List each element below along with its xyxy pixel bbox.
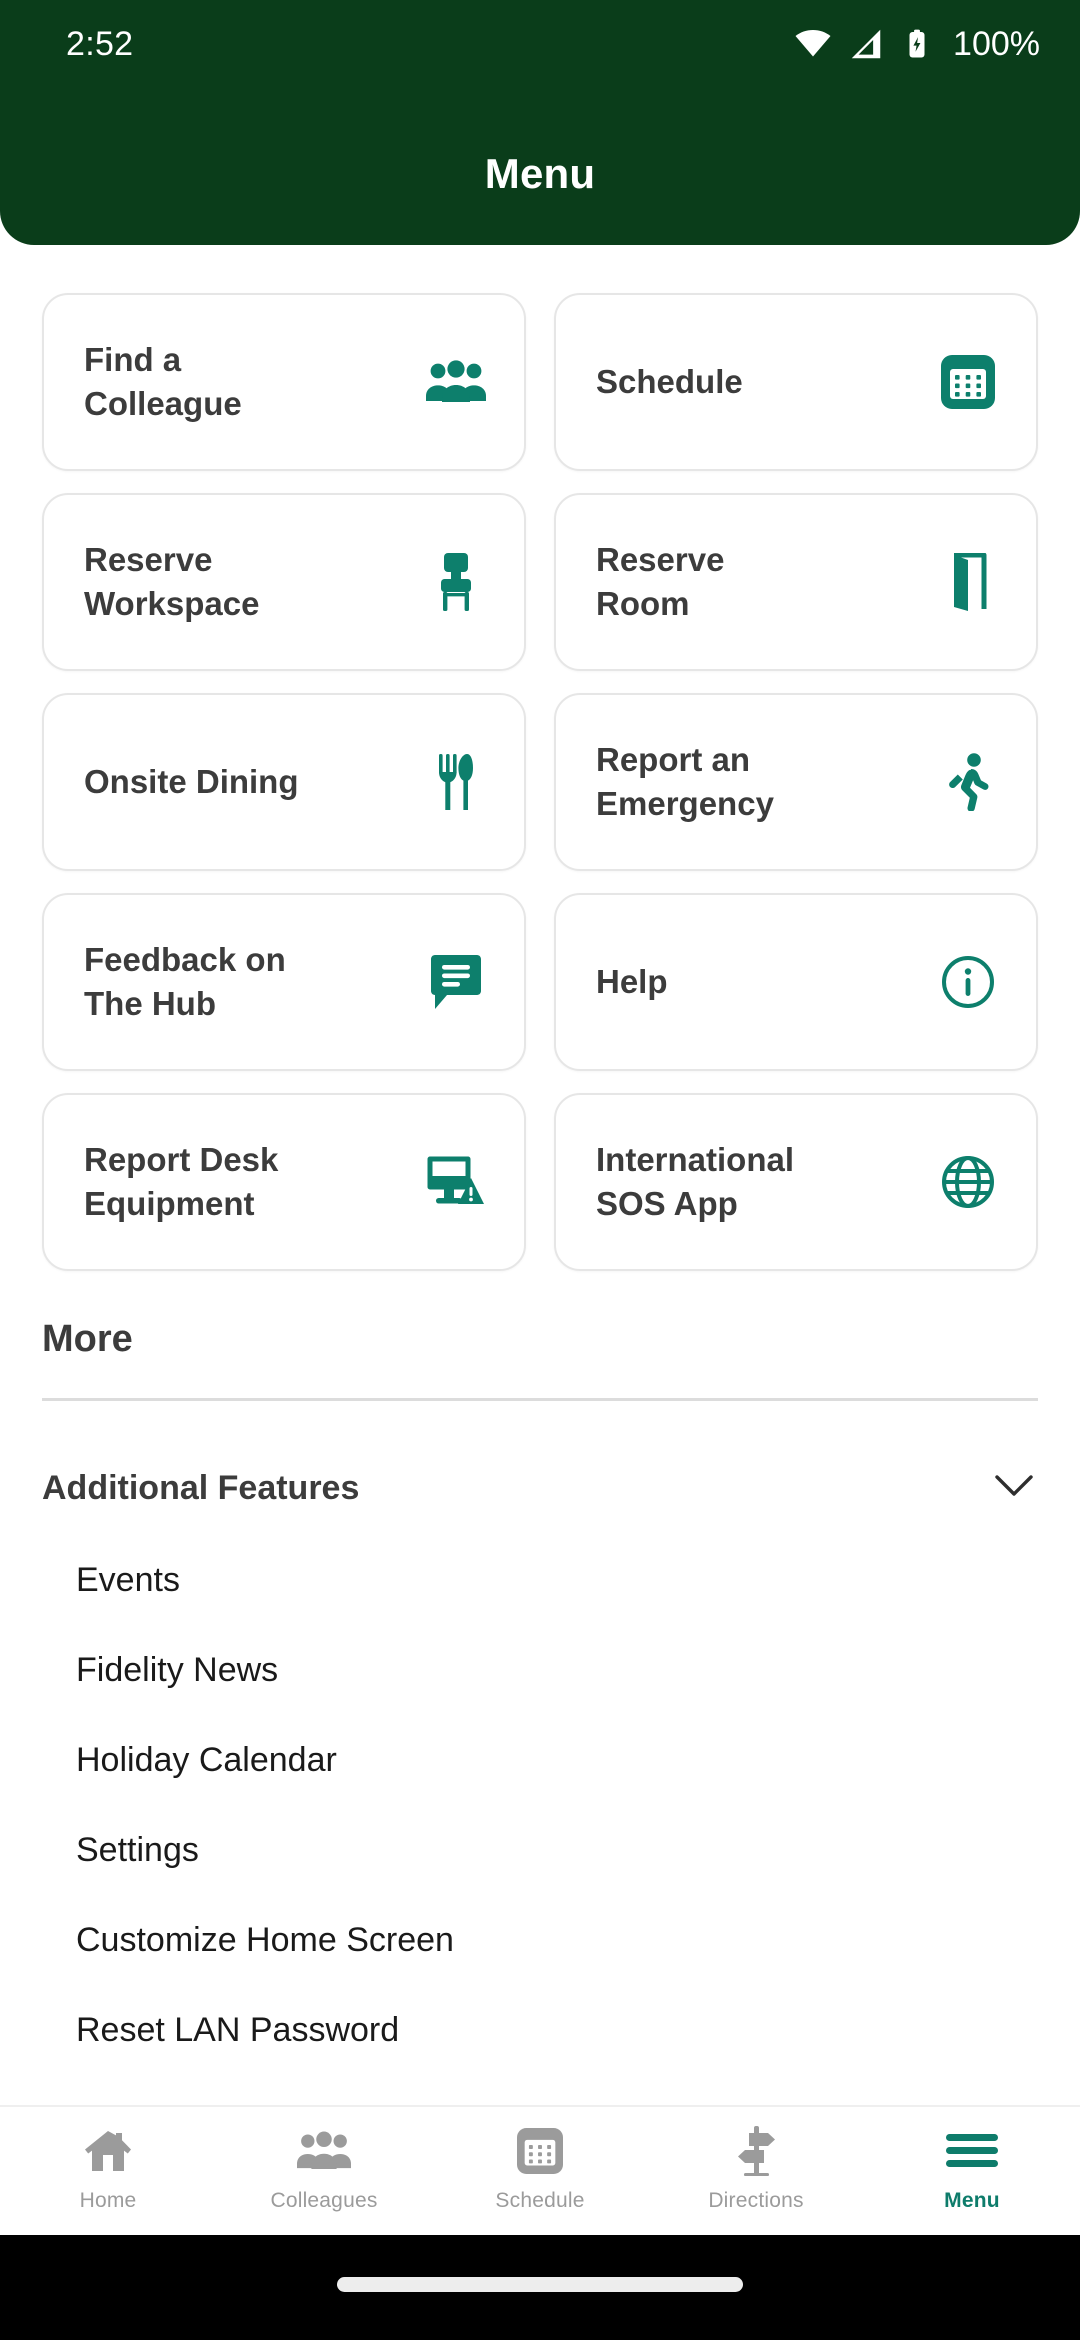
nav-item-schedule[interactable]: Schedule	[432, 2107, 648, 2237]
chair-icon	[420, 553, 492, 611]
list-item[interactable]: Reset LAN Password	[76, 1985, 1036, 2075]
list-item[interactable]: Events	[76, 1535, 1036, 1625]
chevron-down-icon[interactable]	[994, 1473, 1038, 1504]
monitor-warning-icon	[420, 1156, 492, 1208]
wifi-icon	[793, 24, 833, 64]
info-circle-icon	[932, 955, 1004, 1009]
door-icon	[932, 553, 1004, 611]
card-label: Onsite Dining	[84, 763, 299, 801]
calendar-icon	[517, 2123, 563, 2179]
battery-percent-label: 100%	[953, 24, 1040, 63]
card-report-an-emergency[interactable]: Report an Emergency	[554, 693, 1038, 871]
card-label: Find a Colleague	[84, 341, 242, 422]
list-item[interactable]: Customize Home Screen	[76, 1895, 1036, 1985]
signpost-icon	[733, 2123, 779, 2179]
card-label: Report Desk Equipment	[84, 1141, 279, 1222]
people-icon	[297, 2123, 351, 2179]
running-person-icon	[932, 753, 1004, 811]
card-reserve-room[interactable]: Reserve Room	[554, 493, 1038, 671]
nav-label: Home	[79, 2189, 137, 2212]
card-label: Report an Emergency	[596, 741, 774, 822]
card-report-desk-equipment[interactable]: Report Desk Equipment	[42, 1093, 526, 1271]
status-bar-clock: 2:52	[66, 24, 134, 63]
card-international-sos-app[interactable]: International SOS App	[554, 1093, 1038, 1271]
cellular-signal-icon	[847, 25, 885, 63]
nav-item-home[interactable]: Home	[0, 2107, 216, 2237]
more-heading: More	[42, 1318, 133, 1360]
card-label: Schedule	[596, 363, 743, 401]
group-people-icon	[420, 360, 492, 404]
accordion-label: Additional Features	[42, 1468, 360, 1507]
nav-label: Menu	[944, 2189, 1000, 2212]
nav-label: Directions	[708, 2189, 804, 2212]
card-label: Help	[596, 963, 668, 1001]
nav-item-directions[interactable]: Directions	[648, 2107, 864, 2237]
card-reserve-workspace[interactable]: Reserve Workspace	[42, 493, 526, 671]
list-item[interactable]: Fidelity News	[76, 1625, 1036, 1715]
card-label: International SOS App	[596, 1141, 795, 1222]
card-schedule[interactable]: Schedule	[554, 293, 1038, 471]
calendar-icon	[932, 355, 1004, 409]
page-title: Menu	[484, 150, 596, 197]
nav-item-colleagues[interactable]: Colleagues	[216, 2107, 432, 2237]
menu-card-grid: Find a Colleague Schedule Reserve Worksp…	[42, 293, 1038, 1271]
nav-label: Schedule	[495, 2189, 585, 2212]
bottom-navigation-bar: Home Colleagues Schedule Directions Menu	[0, 2105, 1080, 2235]
card-onsite-dining[interactable]: Onsite Dining	[42, 693, 526, 871]
card-label: Reserve Workspace	[84, 541, 260, 622]
nav-label: Colleagues	[270, 2189, 378, 2212]
app-header: 2:52 100% Menu	[0, 0, 1080, 245]
accordion-additional-features[interactable]: Additional Features	[42, 1440, 1038, 1536]
battery-charging-icon	[899, 26, 935, 62]
system-gesture-area	[0, 2235, 1080, 2340]
status-bar-icons: 100%	[793, 24, 1040, 64]
additional-features-list: Events Fidelity News Holiday Calendar Se…	[76, 1535, 1036, 2075]
home-icon	[84, 2123, 132, 2179]
nav-item-menu[interactable]: Menu	[864, 2107, 1080, 2237]
list-item[interactable]: Settings	[76, 1805, 1036, 1895]
list-item[interactable]: Holiday Calendar	[76, 1715, 1036, 1805]
card-label: Feedback on The Hub	[84, 941, 286, 1022]
gesture-handle[interactable]	[337, 2277, 743, 2292]
card-find-a-colleague[interactable]: Find a Colleague	[42, 293, 526, 471]
globe-icon	[932, 1155, 1004, 1209]
card-label: Reserve Room	[596, 541, 725, 622]
card-feedback-on-the-hub[interactable]: Feedback on The Hub	[42, 893, 526, 1071]
hamburger-menu-icon	[946, 2123, 998, 2179]
section-divider	[42, 1398, 1038, 1401]
fork-knife-icon	[420, 754, 492, 810]
status-bar: 2:52 100%	[0, 0, 1080, 88]
card-help[interactable]: Help	[554, 893, 1038, 1071]
chat-bubble-icon	[420, 955, 492, 1009]
